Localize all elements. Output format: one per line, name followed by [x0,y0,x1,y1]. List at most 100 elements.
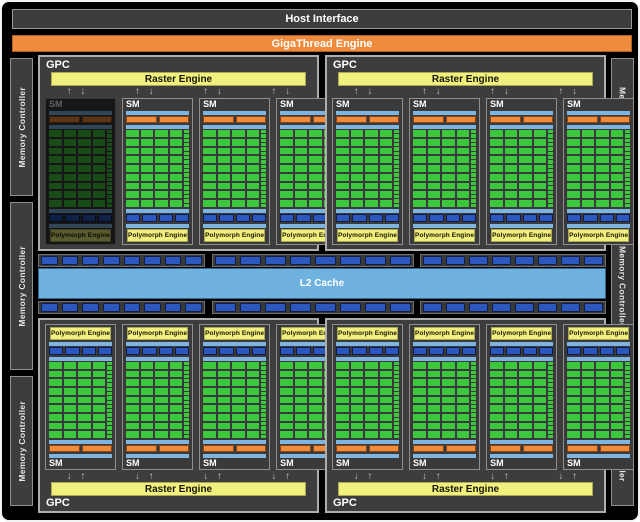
ladder-cell [471,178,476,181]
core-cell [505,139,518,146]
ladder-cell [107,431,112,434]
core-cell [141,174,154,181]
ladder-cell [548,405,553,408]
core-cell [582,165,595,172]
down-arrow-icon: ↓ [559,472,564,482]
ladder-cell [107,195,112,198]
core-cell [365,362,378,369]
core-cell [247,423,260,430]
core-cell [490,191,503,198]
core-cell [505,388,518,395]
gpc-panel: GPCRaster Engine↑↓↑↓↑↓↑↓SMPolymorph Engi… [325,318,606,513]
sm-orange-bar [126,116,189,123]
arrow-cell: ↑↓ [469,471,531,482]
down-arrow-icon: ↓ [272,472,277,482]
ladder-cell [548,130,553,133]
darkblue-segment [567,347,581,355]
core-cell [365,148,378,155]
ladder-cell [184,409,189,412]
core-cell [280,174,293,181]
dram-chiclet [240,256,261,265]
core-cell [170,156,183,163]
core-cell [49,139,62,146]
core-cell [534,431,547,438]
ladder-cell [548,143,553,146]
ladder-cell [548,435,553,438]
core-cell [611,148,624,155]
down-arrow-icon: ↓ [572,87,577,97]
core-cell [78,191,91,198]
core-cell [365,423,378,430]
core-cell [170,405,183,412]
ladder-cell [184,388,189,391]
arrow-pair: ↑↓ [422,87,441,97]
core-cell [203,371,216,378]
ladder-cell [471,204,476,207]
dram-chiclet [165,256,182,265]
core-cell [155,156,168,163]
core-cell [280,397,293,404]
core-cell [309,379,322,386]
polymorph-engine-label: Polymorph Engine [50,327,111,340]
core-cell [49,191,62,198]
ladder-cell [261,199,266,202]
core-cell [351,423,364,430]
core-cell [534,183,547,190]
polymorph-engine-label: Polymorph Engine [337,327,398,340]
core-cell [519,183,532,190]
core-cell [351,362,364,369]
ladder-cell [261,366,266,369]
sm-block: SMPolymorph Engine [409,324,480,470]
ladder-cell [184,379,189,382]
core-cell [596,200,609,207]
dram-chiclet [185,303,202,312]
ladder-column [107,362,112,438]
memory-controller-label: Memory Controller [17,246,27,327]
sm-darkblue-bar [567,214,630,222]
darkblue-segment [296,214,310,222]
ladder-cell [471,375,476,378]
core-cell [247,371,260,378]
core-cell [567,148,580,155]
ladder-cell [471,165,476,168]
sm-blue-bar [336,111,399,115]
ladder-cell [548,152,553,155]
sm-blue-bar [203,224,266,228]
sm-blue-bar [203,342,266,346]
sm-blue-bar [126,357,189,361]
core-cell [141,371,154,378]
core-cell [442,130,455,137]
sm-blue-bar [490,209,553,213]
arrow-cell: ↑↓ [182,471,244,482]
arrow-cell: ↑↓ [400,471,462,482]
core-cell [309,362,322,369]
polymorph-engine-label: Polymorph Engine [337,229,398,242]
sm-blue-bar [567,224,630,228]
ladder-cell [107,362,112,365]
core-grid [126,362,182,438]
sm-darkblue-bar [336,347,399,355]
core-cell [611,423,624,430]
ladder-cell [261,165,266,168]
core-cell [78,200,91,207]
sm-label: SM [413,100,476,109]
sm-darkblue-bar [413,347,476,355]
sm-block: SMPolymorph Engine [122,324,193,470]
core-cell [78,362,91,369]
core-cell [232,191,245,198]
core-cell [247,165,260,172]
core-cell [126,423,139,430]
core-cell [457,130,470,137]
ladder-cell [107,375,112,378]
core-cell [380,148,393,155]
core-cell [582,156,595,163]
ladder-cell [471,147,476,150]
core-cell [64,174,77,181]
core-cell [295,165,308,172]
core-array [490,130,553,207]
ladder-cell [625,178,630,181]
ladder-cell [471,139,476,142]
ladder-cell [107,199,112,202]
polymorph-engine-label: Polymorph Engine [414,327,475,340]
ladder-cell [548,413,553,416]
